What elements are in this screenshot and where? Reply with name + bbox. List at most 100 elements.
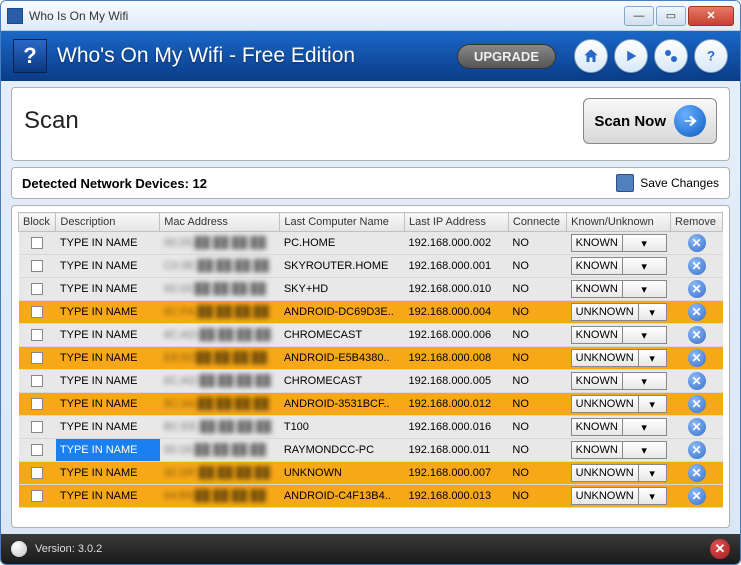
scan-now-button[interactable]: Scan Now bbox=[583, 98, 717, 144]
known-dropdown[interactable]: KNOWN▾ bbox=[571, 257, 667, 275]
play-button[interactable] bbox=[614, 39, 648, 73]
chevron-down-icon: ▾ bbox=[622, 442, 666, 458]
cell-connected: NO bbox=[508, 255, 566, 278]
known-dropdown[interactable]: UNKNOWN▾ bbox=[571, 303, 667, 321]
cell-computer-name: ANDROID-E5B4380.. bbox=[280, 347, 405, 370]
cell-description[interactable]: TYPE IN NAME bbox=[56, 255, 160, 278]
cell-description[interactable]: TYPE IN NAME bbox=[56, 439, 160, 462]
block-checkbox[interactable] bbox=[31, 283, 43, 295]
settings-button[interactable] bbox=[654, 39, 688, 73]
close-button[interactable]: ✕ bbox=[688, 6, 734, 26]
col-lastname[interactable]: Last Computer Name bbox=[280, 213, 405, 232]
cell-description[interactable]: TYPE IN NAME bbox=[56, 416, 160, 439]
app-window: Who Is On My Wifi — ▭ ✕ ? Who's On My Wi… bbox=[0, 0, 741, 565]
known-dropdown[interactable]: UNKNOWN▾ bbox=[571, 487, 667, 505]
table-row[interactable]: TYPE IN NAME 6C:AD:██:██:██:██ CHROMECAS… bbox=[19, 370, 723, 393]
block-checkbox[interactable] bbox=[31, 490, 43, 502]
table-row[interactable]: TYPE IN NAME E8:50:██:██:██:██ ANDROID-E… bbox=[19, 347, 723, 370]
remove-row-button[interactable]: ✕ bbox=[688, 464, 706, 482]
remove-row-button[interactable]: ✕ bbox=[688, 257, 706, 275]
table-row[interactable]: TYPE IN NAME 6C:FA:██:██:██:██ ANDROID-D… bbox=[19, 301, 723, 324]
cell-connected: NO bbox=[508, 416, 566, 439]
save-changes-button[interactable]: Save Changes bbox=[616, 174, 719, 192]
col-connected[interactable]: Connecte bbox=[508, 213, 566, 232]
known-dropdown[interactable]: UNKNOWN▾ bbox=[571, 464, 667, 482]
known-dropdown[interactable]: UNKNOWN▾ bbox=[571, 349, 667, 367]
block-checkbox[interactable] bbox=[31, 237, 43, 249]
cell-ip: 192.168.000.005 bbox=[405, 370, 509, 393]
block-checkbox[interactable] bbox=[31, 467, 43, 479]
block-checkbox[interactable] bbox=[31, 306, 43, 318]
remove-row-button[interactable]: ✕ bbox=[688, 234, 706, 252]
scan-heading: Scan bbox=[24, 107, 583, 135]
cell-description[interactable]: TYPE IN NAME bbox=[56, 232, 160, 255]
cell-ip: 192.168.000.010 bbox=[405, 278, 509, 301]
remove-row-button[interactable]: ✕ bbox=[688, 326, 706, 344]
cell-description[interactable]: TYPE IN NAME bbox=[56, 278, 160, 301]
block-checkbox[interactable] bbox=[31, 352, 43, 364]
version-label: Version: 3.0.2 bbox=[35, 543, 102, 555]
cell-mac: C0:3E:██:██:██:██ bbox=[160, 255, 280, 278]
col-known[interactable]: Known/Unknown bbox=[567, 213, 671, 232]
col-block[interactable]: Block bbox=[19, 213, 56, 232]
table-row[interactable]: TYPE IN NAME BC:EE:██:██:██:██ T100 192.… bbox=[19, 416, 723, 439]
col-mac[interactable]: Mac Address bbox=[160, 213, 280, 232]
status-indicator-icon bbox=[11, 541, 27, 557]
svg-text:?: ? bbox=[707, 49, 715, 64]
cell-description[interactable]: TYPE IN NAME bbox=[56, 393, 160, 416]
chevron-down-icon: ▾ bbox=[638, 350, 666, 366]
status-bar: Version: 3.0.2 ✕ bbox=[1, 534, 740, 564]
table-row[interactable]: TYPE IN NAME 3C:DF:██:██:██:██ UNKNOWN 1… bbox=[19, 462, 723, 485]
table-row[interactable]: TYPE IN NAME 00:19:██:██:██:██ SKY+HD 19… bbox=[19, 278, 723, 301]
col-description[interactable]: Description bbox=[56, 213, 160, 232]
remove-row-button[interactable]: ✕ bbox=[688, 280, 706, 298]
remove-row-button[interactable]: ✕ bbox=[688, 487, 706, 505]
known-dropdown[interactable]: KNOWN▾ bbox=[571, 234, 667, 252]
remove-row-button[interactable]: ✕ bbox=[688, 303, 706, 321]
block-checkbox[interactable] bbox=[31, 444, 43, 456]
cell-description[interactable]: TYPE IN NAME bbox=[56, 324, 160, 347]
cell-description[interactable]: TYPE IN NAME bbox=[56, 347, 160, 370]
remove-row-button[interactable]: ✕ bbox=[688, 395, 706, 413]
scan-panel: Scan Scan Now bbox=[11, 87, 730, 161]
maximize-button[interactable]: ▭ bbox=[656, 6, 686, 26]
table-row[interactable]: TYPE IN NAME 64:89:██:██:██:██ ANDROID-C… bbox=[19, 485, 723, 508]
minimize-button[interactable]: — bbox=[624, 6, 654, 26]
window-title: Who Is On My Wifi bbox=[29, 9, 624, 23]
known-dropdown[interactable]: UNKNOWN▾ bbox=[571, 395, 667, 413]
known-dropdown[interactable]: KNOWN▾ bbox=[571, 441, 667, 459]
remove-row-button[interactable]: ✕ bbox=[688, 372, 706, 390]
block-checkbox[interactable] bbox=[31, 329, 43, 341]
table-row[interactable]: TYPE IN NAME 6C:AD:██:██:██:██ CHROMECAS… bbox=[19, 324, 723, 347]
detected-panel: Detected Network Devices: 12 Save Change… bbox=[11, 167, 730, 199]
table-row[interactable]: TYPE IN NAME 00:25:██:██:██:██ PC.HOME 1… bbox=[19, 232, 723, 255]
help-button[interactable]: ? bbox=[694, 39, 728, 73]
block-checkbox[interactable] bbox=[31, 260, 43, 272]
remove-row-button[interactable]: ✕ bbox=[688, 441, 706, 459]
known-dropdown[interactable]: KNOWN▾ bbox=[571, 280, 667, 298]
app-header: ? Who's On My Wifi - Free Edition UPGRAD… bbox=[1, 31, 740, 81]
cell-description[interactable]: TYPE IN NAME bbox=[56, 485, 160, 508]
table-row[interactable]: TYPE IN NAME C0:3E:██:██:██:██ SKYROUTER… bbox=[19, 255, 723, 278]
known-dropdown[interactable]: KNOWN▾ bbox=[571, 326, 667, 344]
remove-row-button[interactable]: ✕ bbox=[688, 349, 706, 367]
cell-description[interactable]: TYPE IN NAME bbox=[56, 462, 160, 485]
block-checkbox[interactable] bbox=[31, 375, 43, 387]
table-row[interactable]: TYPE IN NAME 00:19:██:██:██:██ RAYMONDCC… bbox=[19, 439, 723, 462]
block-checkbox[interactable] bbox=[31, 398, 43, 410]
cell-connected: NO bbox=[508, 347, 566, 370]
cell-description[interactable]: TYPE IN NAME bbox=[56, 301, 160, 324]
known-dropdown[interactable]: KNOWN▾ bbox=[571, 418, 667, 436]
col-lastip[interactable]: Last IP Address bbox=[405, 213, 509, 232]
cell-computer-name: ANDROID-DC69D3E.. bbox=[280, 301, 405, 324]
block-checkbox[interactable] bbox=[31, 421, 43, 433]
cell-computer-name: UNKNOWN bbox=[280, 462, 405, 485]
home-button[interactable] bbox=[574, 39, 608, 73]
remove-row-button[interactable]: ✕ bbox=[688, 418, 706, 436]
cell-description[interactable]: TYPE IN NAME bbox=[56, 370, 160, 393]
upgrade-button[interactable]: UPGRADE bbox=[457, 44, 556, 69]
known-dropdown[interactable]: KNOWN▾ bbox=[571, 372, 667, 390]
statusbar-close-button[interactable]: ✕ bbox=[710, 539, 730, 559]
col-remove[interactable]: Remove bbox=[671, 213, 723, 232]
table-row[interactable]: TYPE IN NAME 8C:3A:██:██:██:██ ANDROID-3… bbox=[19, 393, 723, 416]
